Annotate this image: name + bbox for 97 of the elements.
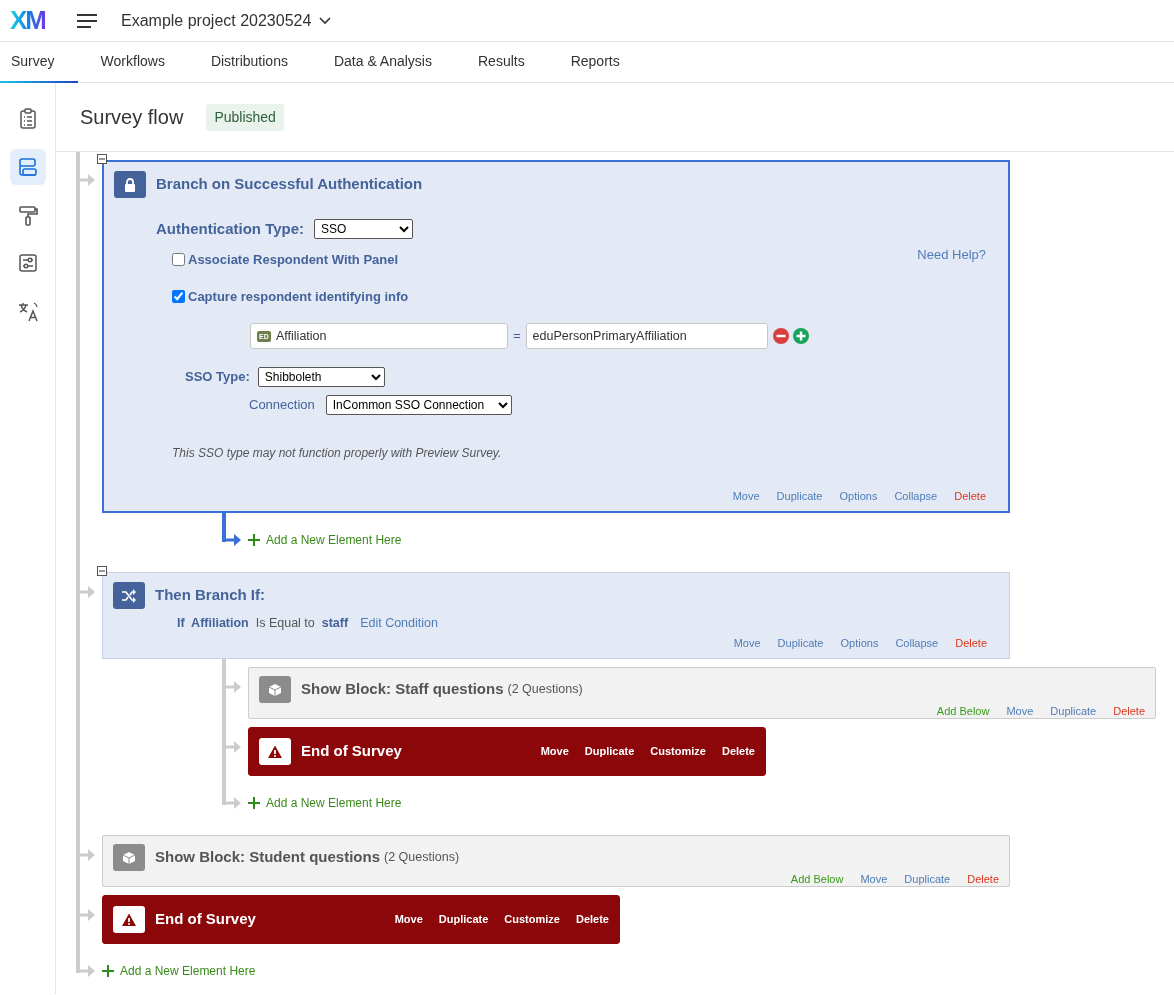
flow-element[interactable]: End of Survey Move Duplicate Customize Delete (248, 727, 766, 776)
paint-roller-icon[interactable] (16, 204, 39, 226)
element-title: End of Survey (301, 741, 402, 762)
element-title: Show Block: Student questions (155, 847, 380, 868)
checkbox[interactable] (172, 290, 185, 304)
shuffle-icon (113, 582, 145, 609)
action-link[interactable]: Add Below (790, 871, 844, 888)
add-element-link[interactable]: Add a New Element Here (248, 793, 402, 813)
action-link[interactable]: Duplicate (584, 743, 635, 760)
connector-arrow (80, 965, 96, 977)
action-link[interactable]: Customize (504, 911, 560, 928)
action-link[interactable]: Options (839, 487, 878, 504)
connector-arrow (226, 797, 242, 809)
checkbox-label: Capture respondent identifying info (188, 288, 409, 306)
plus-icon (248, 534, 260, 546)
nav-tab[interactable]: Distributions (199, 42, 311, 83)
action-link[interactable]: Move (860, 871, 888, 888)
menu-icon[interactable] (76, 12, 98, 29)
action-link[interactable]: Delete (955, 634, 987, 651)
nav-tab[interactable]: Workflows (89, 42, 188, 83)
checkbox-label: Associate Respondent With Panel (188, 250, 399, 269)
edit-condition-link[interactable]: Edit Condition (360, 614, 438, 633)
question-count: (2 Questions) (507, 681, 583, 699)
status-badge: Published (206, 103, 284, 131)
sliders-icon[interactable] (16, 252, 39, 274)
connector-arrow (226, 741, 242, 753)
connector-arrow (226, 681, 242, 693)
action-link[interactable]: Move (733, 634, 761, 651)
action-link[interactable]: Delete (1113, 703, 1145, 720)
nav-tab[interactable]: Data & Analysis (322, 42, 455, 83)
action-link[interactable]: Duplicate (777, 634, 824, 651)
flow-icon[interactable] (16, 156, 39, 178)
element-title: Then Branch If: (155, 585, 265, 606)
connector-arrow (80, 849, 96, 861)
nav-tab[interactable]: Reports (559, 42, 643, 83)
action-link[interactable]: Customize (650, 743, 706, 760)
action-link[interactable]: Move (732, 487, 760, 504)
action-link[interactable]: Move (394, 911, 423, 928)
question-count: (2 Questions) (384, 849, 460, 867)
field-label: Connection (249, 395, 315, 414)
add-icon[interactable] (792, 327, 809, 344)
action-link[interactable]: Delete (954, 487, 986, 504)
action-link[interactable]: Duplicate (1050, 703, 1097, 720)
flow-element[interactable]: Show Block: Staff questions (2 Questions) Add Below Move Duplicate Delete (248, 667, 1156, 719)
collapse-toggle-icon[interactable] (97, 566, 107, 576)
dropdown[interactable]: Shibboleth (257, 366, 385, 387)
condition-text: If Affiliation Is Equal to staff (177, 615, 349, 632)
project-switcher[interactable]: Example project 20230524 (121, 8, 332, 33)
connector-arrow (80, 586, 96, 598)
note-text: This SSO type may not function properly with Preview Survey. (172, 444, 503, 462)
add-element-link[interactable]: Add a New Element Here (248, 530, 402, 550)
lock-icon (114, 171, 146, 198)
connector-arrow (226, 534, 242, 546)
cube-icon (259, 676, 291, 703)
checkbox[interactable] (172, 252, 185, 266)
flow-element[interactable]: Show Block: Student questions (2 Questions) Add Below Move Duplicate Delete (102, 835, 1010, 887)
cube-icon (113, 844, 145, 871)
project-name: Example project 20230524 (121, 10, 312, 31)
dropdown[interactable]: SSO (314, 219, 414, 240)
element-title: End of Survey (155, 909, 256, 930)
add-element-link[interactable]: Add a New Element Here (102, 961, 256, 981)
equals-sign: = (513, 326, 521, 345)
nav-tab[interactable]: Survey (0, 42, 78, 83)
field-label: SSO Type: (185, 367, 250, 386)
field-label: Authentication Type: (156, 219, 305, 239)
connector-arrow (80, 909, 96, 921)
action-link[interactable]: Delete (967, 871, 999, 888)
plus-icon (102, 965, 114, 977)
action-link[interactable]: Delete (721, 743, 755, 760)
flow-element[interactable] (102, 160, 1010, 513)
element-title: Show Block: Staff questions (301, 679, 504, 700)
action-link[interactable]: Collapse (894, 487, 938, 504)
action-link[interactable]: Duplicate (776, 487, 823, 504)
warning-icon (259, 738, 291, 765)
nav-tab[interactable]: Results (467, 42, 548, 83)
remove-icon[interactable] (772, 327, 789, 344)
collapse-toggle-icon[interactable] (97, 154, 107, 164)
action-link[interactable]: Collapse (895, 634, 939, 651)
page-title: Survey flow (80, 105, 184, 130)
flow-element[interactable]: Then Branch If: If Affiliation Is Equal to staff Edit Condition Move Duplicate Options Collapse Delete (102, 572, 1010, 659)
action-link[interactable]: Move (540, 743, 569, 760)
action-link[interactable]: Options (840, 634, 879, 651)
input-field[interactable]: eduPersonPrimaryAffiliation (525, 322, 768, 349)
translate-icon[interactable] (16, 300, 39, 322)
warning-icon (113, 906, 145, 933)
element-title: Branch on Successful Authentication (156, 174, 423, 195)
flow-element[interactable]: End of Survey Move Duplicate Customize Delete (102, 895, 620, 944)
action-link[interactable]: Duplicate (904, 871, 951, 888)
help-link[interactable]: Need Help? (917, 244, 986, 264)
action-link[interactable]: Duplicate (438, 911, 489, 928)
dropdown[interactable]: InCommon SSO Connection (325, 394, 512, 415)
connector-arrow (80, 174, 96, 186)
chevron-down-icon (319, 16, 332, 25)
plus-icon (248, 797, 260, 809)
action-link[interactable]: Add Below (936, 703, 990, 720)
action-link[interactable]: Delete (575, 911, 609, 928)
action-link[interactable]: Move (1006, 703, 1034, 720)
